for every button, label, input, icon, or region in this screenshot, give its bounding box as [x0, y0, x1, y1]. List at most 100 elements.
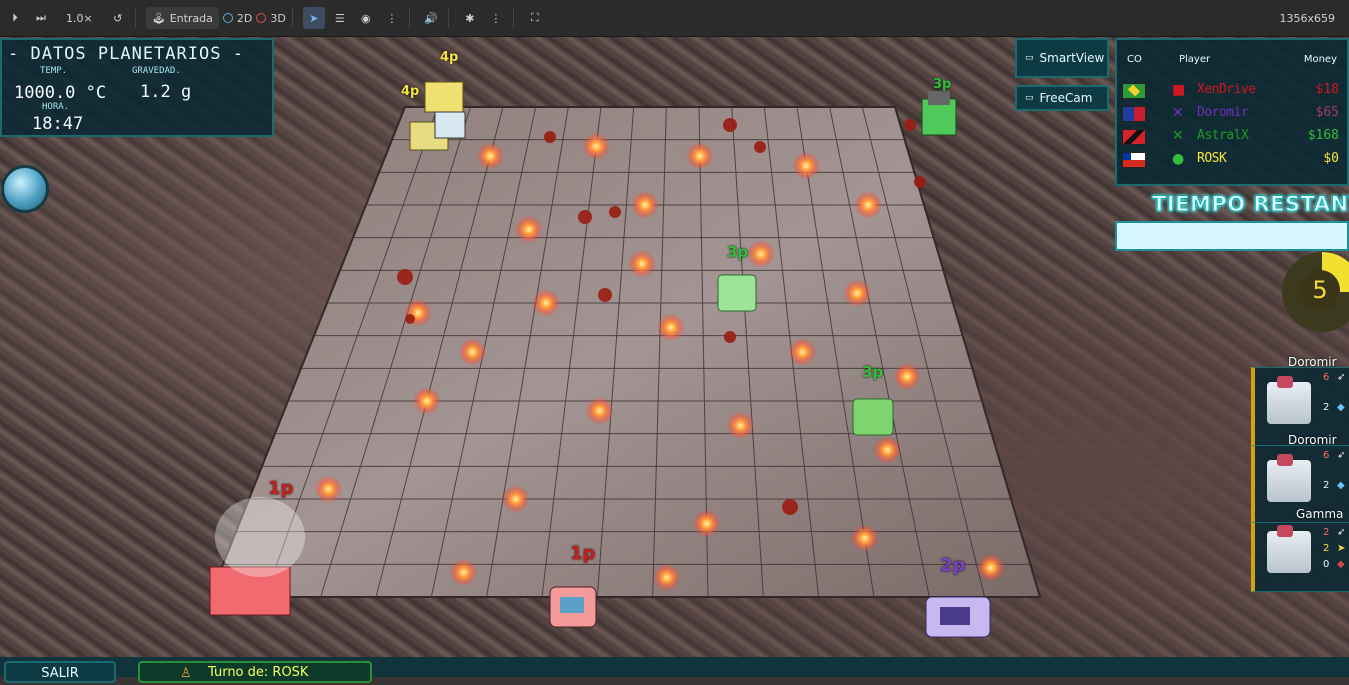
- player-tag: 4p: [401, 84, 420, 99]
- shield-icon: ◆: [1337, 559, 1345, 570]
- vehicle-2p-purple: [925, 596, 991, 638]
- mode-2d-toggle[interactable]: 2D: [222, 7, 252, 29]
- lava-spot: [854, 191, 883, 219]
- smartview-button[interactable]: ▭ SmartView: [1015, 38, 1109, 78]
- score-row: ✕ Doromir $65: [1117, 103, 1347, 123]
- defense-value: 2: [1323, 402, 1330, 413]
- unit-vehicle-image: [1267, 454, 1311, 502]
- lava-spot: [476, 142, 505, 170]
- input-button[interactable]: 🕹 Entrada: [145, 7, 219, 29]
- col-player: Player: [1179, 54, 1211, 65]
- lava-spot: [458, 338, 487, 366]
- speed-selector[interactable]: 1.0×: [66, 7, 93, 29]
- timer-title: TIEMPO RESTANTE: [1151, 192, 1349, 217]
- smartview-label: SmartView: [1039, 51, 1105, 65]
- gravity-value: 1.2 g: [140, 82, 192, 102]
- turn-indicator: ♙ Turno de: ROSK: [138, 661, 372, 683]
- col-money: Money: [1303, 54, 1337, 65]
- toolbar-divider: [291, 8, 293, 28]
- toolbar-divider: [134, 8, 136, 28]
- joystick-icon: 🕹: [151, 11, 166, 25]
- lava-spot: [412, 387, 441, 415]
- player-name: XenDrive: [1197, 82, 1256, 97]
- brazil-flag-icon: [1122, 83, 1146, 99]
- turn-text: Turno de: ROSK: [208, 665, 309, 680]
- lava-spot: [893, 362, 922, 391]
- player-tag: 1p: [570, 543, 596, 564]
- timer-title-text: TIEMPO RESTANTE: [1151, 192, 1349, 217]
- speed-value: 2: [1323, 543, 1330, 554]
- vehicle-1p-pink: [549, 586, 597, 628]
- vehicle-3p-green-low: [852, 398, 894, 436]
- unit-vehicle-image: [1267, 525, 1311, 573]
- score-row: ■ XenDrive $18: [1117, 80, 1347, 100]
- freecam-button[interactable]: ▭ FreeCam: [1015, 85, 1109, 111]
- fullscreen-icon[interactable]: ⛶: [524, 7, 546, 29]
- player-tag: 4p: [440, 50, 459, 65]
- player-money: $18: [1315, 82, 1339, 97]
- player-avatar-icon: ✕: [1172, 128, 1184, 144]
- temp-label: TEMP.: [40, 66, 68, 76]
- temp-value: 1000.0 °C: [14, 83, 107, 103]
- rocket-icon: ➶: [1337, 527, 1346, 538]
- lava-spot: [792, 151, 821, 180]
- mode-3d-toggle[interactable]: 3D: [256, 7, 286, 29]
- unit-vehicle-image: [1267, 376, 1311, 424]
- player-tag: 3p: [727, 243, 749, 261]
- player-money: $168: [1307, 128, 1339, 143]
- select-cursor-icon[interactable]: ➤: [302, 7, 325, 29]
- plugin-icon[interactable]: ✱: [459, 7, 481, 29]
- step-icon[interactable]: ⏭: [30, 7, 52, 29]
- shield-icon: ◆: [1337, 402, 1345, 413]
- unit-card[interactable]: 2 ➶ 2 ➤ 0 ◆: [1251, 522, 1349, 592]
- lava-spot: [532, 289, 561, 317]
- unit-name: Gamma: [1296, 507, 1344, 521]
- lava-spot: [873, 436, 902, 464]
- player-avatar-icon: ●: [1172, 151, 1185, 167]
- lava-spot: [631, 191, 659, 219]
- speaker-icon[interactable]: 🔊: [420, 7, 442, 29]
- toolbar-divider: [408, 8, 410, 28]
- exit-button[interactable]: SALIR: [4, 661, 116, 683]
- player-money: $0: [1323, 151, 1339, 166]
- lava-spot: [514, 215, 543, 244]
- player-name: ROSK: [1197, 151, 1227, 166]
- time-label: HORA.: [42, 102, 70, 112]
- resolution-readout: 1356x659: [1279, 11, 1336, 25]
- attack-value: 2: [1323, 527, 1330, 538]
- lava-spot: [692, 509, 721, 538]
- eye-icon[interactable]: ◉: [355, 7, 377, 29]
- lava-spot: [314, 475, 343, 504]
- lava-spot: [976, 553, 1005, 582]
- lava-spot: [652, 563, 681, 592]
- defense-value: 2: [1323, 480, 1330, 491]
- play-icon[interactable]: ⏵: [4, 7, 26, 29]
- player-tag: 3p: [933, 77, 952, 92]
- lava-spot: [685, 142, 714, 170]
- toolbar-divider: [512, 8, 514, 28]
- countdown-value: 5: [1300, 270, 1340, 310]
- rocket-icon: ➶: [1337, 372, 1346, 383]
- player-name: Doromir: [1197, 105, 1249, 120]
- trinidad-flag-icon: [1122, 129, 1146, 145]
- more-menu-icon[interactable]: ⋮: [485, 7, 507, 29]
- scoreboard-panel: CO Player Money ■ XenDrive $18 ✕ Doromir…: [1115, 38, 1349, 186]
- attack-value: 6: [1323, 372, 1330, 383]
- reset-icon[interactable]: ↺: [107, 7, 129, 29]
- mode-3d-icon: [256, 13, 267, 23]
- vehicle-3p-green-mid: [717, 274, 757, 312]
- player-avatar-icon: ✕: [1172, 105, 1184, 121]
- player-avatar-icon: ■: [1172, 82, 1186, 98]
- player-tag: 1p: [268, 478, 294, 499]
- mode-2d-icon: [222, 13, 233, 23]
- player-tag: 2p: [940, 555, 966, 576]
- more-menu-icon[interactable]: ⋮: [381, 7, 403, 29]
- chile-flag-icon: [1122, 152, 1146, 168]
- player-tag: 3p: [862, 363, 884, 381]
- rocket-icon: ➶: [1337, 450, 1346, 461]
- planet-globe-icon[interactable]: [1, 165, 49, 213]
- player-figure-icon: ♙: [180, 666, 192, 681]
- lava-spot: [746, 240, 775, 268]
- inspect-list-icon[interactable]: ☰: [329, 7, 351, 29]
- player-name: AstralX: [1197, 128, 1249, 143]
